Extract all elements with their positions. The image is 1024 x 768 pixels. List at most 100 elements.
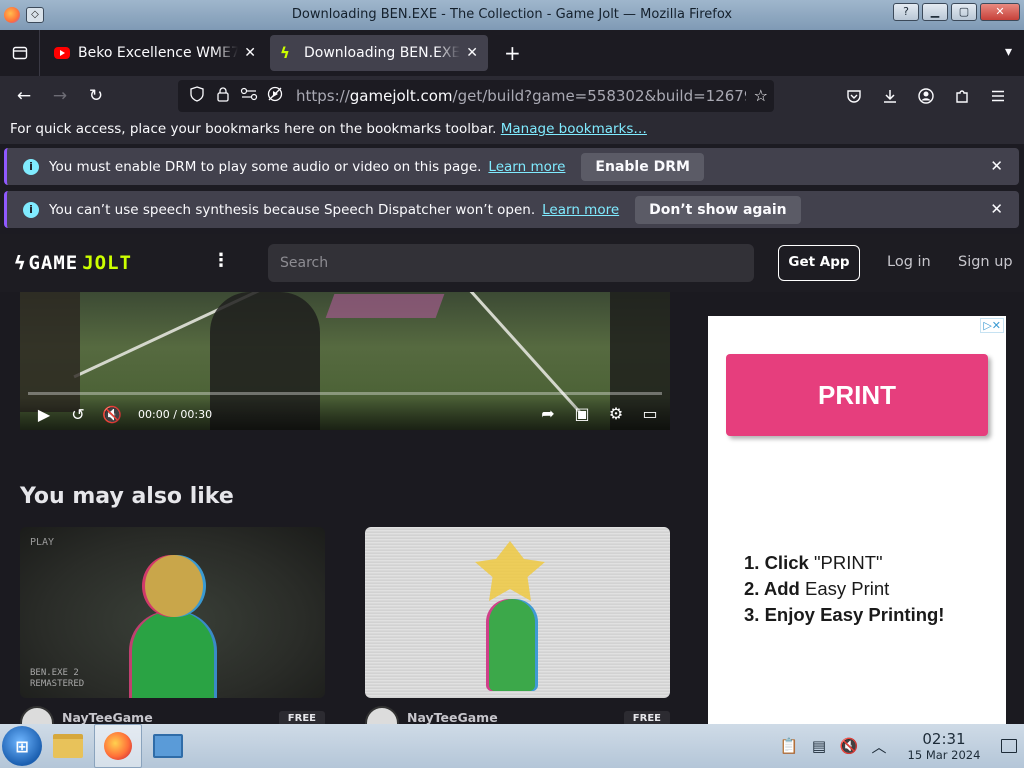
pocket-icon[interactable] (836, 80, 872, 112)
taskbar-file-manager[interactable] (44, 724, 92, 768)
taskbar: ⊞ 📋 ▤ 🔇 ︿ 02:31 15 Mar 2024 (0, 724, 1024, 768)
youtube-icon[interactable]: ▣ (572, 404, 592, 423)
reload-button[interactable]: ↻ (78, 80, 114, 112)
bookmarks-toolbar: For quick access, place your bookmarks h… (0, 116, 1024, 144)
learn-more-link[interactable]: Learn more (542, 202, 619, 218)
avatar[interactable] (20, 706, 54, 724)
settings-gear-icon[interactable]: ⚙ (606, 404, 626, 423)
permissions-icon[interactable] (238, 87, 260, 105)
new-tab-button[interactable]: + (504, 41, 521, 65)
info-icon: i (23, 201, 39, 218)
forward-button[interactable]: → (42, 80, 78, 112)
clipboard-icon[interactable]: 📋 (774, 737, 804, 755)
close-icon[interactable]: ✕ (990, 157, 1003, 175)
video-progress-bar[interactable] (28, 392, 662, 395)
logo-jolt-text: JOLT (82, 252, 132, 274)
tab-close-icon[interactable]: ✕ (466, 45, 478, 61)
shield-icon[interactable] (186, 86, 208, 106)
firefox-icon (104, 732, 132, 760)
start-button[interactable]: ⊞ (2, 726, 42, 766)
miniplayer-icon[interactable]: ▭ (640, 404, 660, 423)
author-name[interactable]: NayTeeGame (407, 710, 498, 725)
bolt-icon: ϟ (14, 252, 27, 274)
window-titlebar: ◇ Downloading BEN.EXE - The Collection -… (0, 0, 1024, 30)
firefox-view-icon (12, 46, 27, 60)
taskbar-firefox[interactable] (94, 724, 142, 768)
avatar[interactable] (365, 706, 399, 724)
gamejolt-icon: ϟ (280, 44, 290, 62)
login-link[interactable]: Log in (887, 254, 931, 270)
tab-gamejolt[interactable]: ϟ Downloading BEN.EXE - The ✕ (270, 35, 488, 71)
manage-bookmarks-link[interactable]: Manage bookmarks… (501, 121, 647, 137)
video-player[interactable]: ▶ ↺ 🔇 00:00 / 00:30 ➦ ▣ ⚙ ▭ (20, 292, 670, 430)
dont-show-again-button[interactable]: Don’t show again (635, 195, 801, 224)
ad-steps: 1. Click "PRINT" 2. Add Easy Print 3. En… (744, 552, 945, 625)
game-thumbnail[interactable]: PLAY BEN.EXE 2 REMASTERED (20, 527, 325, 698)
volume-muted-icon[interactable]: 🔇 (834, 737, 864, 755)
url-text[interactable]: https://gamejolt.com/get/build?game=5583… (296, 87, 746, 105)
downloads-icon[interactable] (872, 80, 908, 112)
close-window-button[interactable]: ✕ (980, 3, 1020, 21)
tab-close-icon[interactable]: ✕ (244, 45, 256, 61)
folder-icon (53, 734, 83, 758)
game-card[interactable]: PLAY BEN.EXE 2 REMASTERED NayTeeGame FREE (20, 527, 325, 724)
back-button[interactable]: ← (6, 80, 42, 112)
help-button[interactable]: ? (893, 3, 919, 21)
share-icon[interactable]: ➦ (538, 404, 558, 423)
speech-notification: i You can’t use speech synthesis because… (4, 191, 1019, 228)
section-title: You may also like (20, 484, 234, 509)
replay-10-icon[interactable]: ↺ (68, 405, 88, 424)
chevron-up-icon[interactable]: ︿ (864, 736, 894, 757)
window-title: Downloading BEN.EXE - The Collection - G… (291, 7, 733, 22)
autoplay-blocked-icon[interactable] (264, 86, 286, 106)
maximize-button[interactable]: ▢ (951, 3, 977, 21)
notes-icon[interactable]: ▤ (804, 737, 834, 755)
firefox-view-button[interactable] (0, 30, 40, 76)
price-badge: FREE (623, 711, 670, 724)
mute-icon[interactable]: 🔇 (102, 405, 122, 424)
thumbnail-caption: BEN.EXE 2 REMASTERED (30, 668, 85, 689)
price-badge: FREE (278, 711, 325, 724)
gamejolt-header: ϟ GAME JOLT ⋮ Search Get App Log in Sign… (0, 234, 1024, 292)
list-all-tabs-button[interactable]: ▾ (1005, 44, 1012, 60)
thumbnail-text: PLAY (30, 537, 55, 548)
play-icon[interactable]: ▶ (34, 405, 54, 424)
game-thumbnail[interactable] (365, 527, 670, 698)
game-card[interactable]: NayTeeGame FREE (365, 527, 670, 724)
show-desktop-button[interactable] (994, 724, 1024, 768)
url-bar[interactable]: https://gamejolt.com/get/build?game=5583… (178, 80, 774, 112)
more-menu-icon[interactable]: ⋮ (212, 250, 230, 271)
clock-time: 02:31 (922, 729, 966, 748)
tab-youtube[interactable]: Beko Excellence WME72 ✕ (44, 35, 266, 71)
info-icon: i (23, 158, 39, 175)
bookmarks-hint: For quick access, place your bookmarks h… (10, 121, 497, 137)
youtube-icon (54, 47, 70, 59)
drm-notification: i You must enable DRM to play some audio… (4, 148, 1019, 185)
advertisement[interactable]: ▷✕ PRINT 1. Click "PRINT" 2. Add Easy Pr… (708, 316, 1006, 724)
page-content: ϟ GAME JOLT ⋮ Search Get App Log in Sign… (0, 234, 1024, 724)
lock-icon[interactable] (212, 86, 234, 106)
learn-more-link[interactable]: Learn more (488, 159, 565, 175)
clock[interactable]: 02:31 15 Mar 2024 (894, 729, 994, 762)
tab-label: Downloading BEN.EXE - The (304, 45, 461, 61)
extensions-icon[interactable] (944, 80, 980, 112)
get-app-button[interactable]: Get App (778, 245, 860, 281)
signup-link[interactable]: Sign up (958, 254, 1013, 270)
enable-drm-button[interactable]: Enable DRM (581, 152, 704, 181)
tab-label: Beko Excellence WME72 (78, 45, 239, 61)
hamburger-menu-icon[interactable] (980, 80, 1016, 112)
notification-message: You can’t use speech synthesis because S… (49, 201, 536, 218)
bookmark-star-icon[interactable]: ☆ (754, 86, 768, 105)
video-time: 00:00 / 00:30 (138, 407, 213, 421)
notification-message: You must enable DRM to play some audio o… (49, 158, 482, 175)
account-icon[interactable] (908, 80, 944, 112)
ad-print-button[interactable]: PRINT (726, 354, 988, 436)
gamejolt-logo[interactable]: ϟ GAME JOLT (14, 252, 132, 274)
minimize-button[interactable]: ▁ (922, 3, 948, 21)
video-controls: ▶ ↺ 🔇 00:00 / 00:30 ➦ ▣ ⚙ ▭ (20, 398, 670, 430)
author-name[interactable]: NayTeeGame (62, 710, 153, 725)
close-icon[interactable]: ✕ (990, 200, 1003, 218)
adchoices-icon[interactable]: ▷✕ (980, 318, 1004, 333)
search-input[interactable]: Search (268, 244, 754, 282)
taskbar-control-panel[interactable] (144, 724, 192, 768)
